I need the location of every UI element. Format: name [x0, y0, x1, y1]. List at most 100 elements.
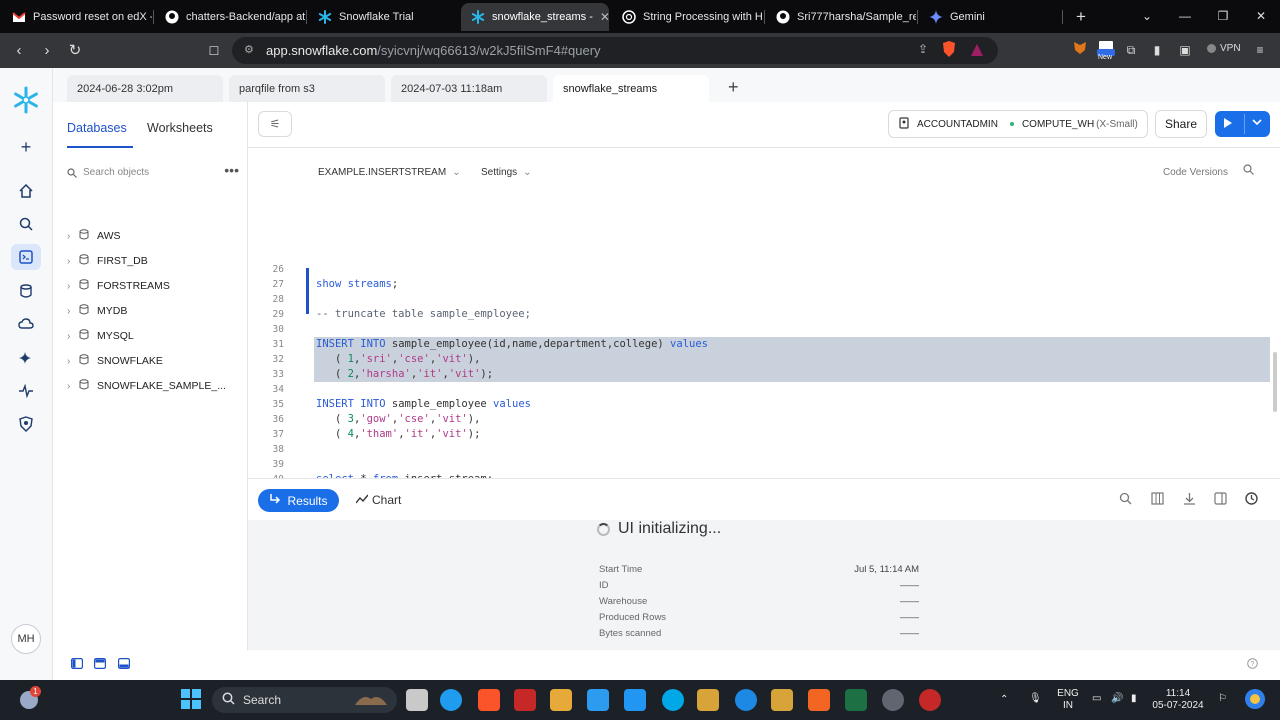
database-item[interactable]: › MYSQL [67, 326, 245, 346]
chevron-right-icon[interactable]: › [67, 356, 79, 367]
tab-search-chevron-icon[interactable]: ⌄ [1128, 0, 1166, 33]
back-button[interactable]: ‹ [8, 40, 30, 62]
history-clock-icon[interactable] [1242, 492, 1260, 510]
database-item[interactable]: › SNOWFLAKE [67, 351, 245, 371]
data-icon[interactable] [11, 278, 41, 304]
maximize-button[interactable]: ❐ [1204, 0, 1242, 33]
taskbar-search-input[interactable]: Search [212, 687, 397, 713]
mcafee-icon[interactable] [514, 689, 536, 711]
app-icon[interactable] [808, 689, 830, 711]
layout-top-panel-icon[interactable] [94, 658, 108, 672]
browser-tab[interactable]: Gemini [919, 3, 1059, 31]
brave-rewards-icon[interactable] [970, 43, 984, 62]
app-icon[interactable] [919, 689, 941, 711]
admin-icon[interactable] [11, 411, 41, 437]
chevron-right-icon[interactable]: › [67, 281, 79, 292]
tab-databases[interactable]: Databases [67, 121, 127, 135]
run-button[interactable] [1215, 111, 1270, 137]
database-item[interactable]: › FORSTREAMS [67, 276, 245, 296]
windows-start-icon[interactable] [181, 689, 201, 714]
activity-icon[interactable] [11, 378, 41, 404]
layout-left-panel-icon[interactable] [71, 658, 85, 672]
brave-shield-icon[interactable] [942, 41, 956, 62]
metamask-icon[interactable] [1070, 40, 1090, 60]
sql-editor[interactable]: 26 27 show streams; 28 29 -- truncate table s… [248, 196, 1280, 478]
browser-tab[interactable]: chatters-Backend/app at [155, 3, 305, 31]
sidebar-icon[interactable]: ▮ [1147, 40, 1167, 60]
help-icon[interactable]: ? [1247, 658, 1261, 672]
share-button[interactable]: Share [1155, 110, 1207, 138]
chevron-right-icon[interactable]: › [67, 256, 79, 267]
chevron-up-icon[interactable]: ⌃ [1000, 694, 1008, 706]
worksheet-tab[interactable]: parqfile from s3 [229, 75, 385, 102]
battery-icon[interactable]: ▮ [1131, 693, 1137, 705]
avatar[interactable]: MH [11, 624, 41, 654]
store-icon[interactable] [587, 689, 609, 711]
reload-button[interactable]: ↻ [64, 40, 86, 62]
browser-tab[interactable]: Snowflake Trial [308, 3, 458, 31]
vpn-button[interactable]: VPN [1207, 43, 1241, 54]
language-indicator[interactable]: ENG IN [1055, 688, 1081, 712]
notification-bell-icon[interactable]: ⚐ [1218, 693, 1227, 705]
minimize-button[interactable]: — [1166, 0, 1204, 33]
volume-icon[interactable]: 🔊 [1111, 693, 1123, 705]
search-icon[interactable] [1243, 164, 1254, 178]
app-icon[interactable] [624, 689, 646, 711]
worksheet-tab[interactable]: 2024-06-28 3:02pm [67, 75, 223, 102]
search-icon[interactable] [1116, 492, 1134, 510]
database-item[interactable]: › AWS [67, 226, 245, 246]
medal-app-icon[interactable] [697, 689, 719, 711]
address-input[interactable]: ⚙ app.snowflake.com/syicvnj/wq66613/w2kJ… [232, 37, 998, 64]
close-icon[interactable]: ✕ [600, 10, 609, 24]
browser-tab-active[interactable]: snowflake_streams - ✕ [461, 3, 609, 31]
app-icon[interactable] [662, 689, 684, 711]
browser-tab[interactable]: Password reset on edX - s [2, 3, 152, 31]
worksheet-tab-active[interactable]: snowflake_streams [553, 75, 709, 102]
editor-scrollbar[interactable] [1273, 352, 1277, 412]
share-icon[interactable]: ⇪ [918, 42, 928, 56]
download-icon[interactable] [1180, 492, 1198, 510]
brave-icon[interactable] [478, 689, 500, 711]
search-objects-input[interactable]: Search objects ••• [67, 162, 239, 184]
microphone-icon[interactable]: 🎙 [1029, 693, 1042, 705]
database-item[interactable]: › SNOWFLAKE_SAMPLE_... [67, 376, 245, 396]
add-icon[interactable]: + [11, 134, 41, 160]
forward-button[interactable]: › [36, 40, 58, 62]
chevron-right-icon[interactable]: › [67, 306, 79, 317]
chevron-right-icon[interactable]: › [67, 381, 79, 392]
chevron-right-icon[interactable]: › [67, 231, 79, 242]
code-versions-button[interactable]: Code Versions [1163, 167, 1228, 178]
bookmark-icon[interactable]: ☐ [203, 40, 225, 62]
database-item[interactable]: › FIRST_DB [67, 251, 245, 271]
settings-gear-icon[interactable] [882, 689, 904, 711]
role-warehouse-selector[interactable]: ACCOUNTADMIN COMPUTE_WH (X-Small) [888, 110, 1148, 138]
menu-icon[interactable]: ≡ [1250, 40, 1270, 60]
new-tab-button[interactable]: + [1062, 0, 1100, 33]
chevron-down-icon[interactable] [1251, 116, 1263, 131]
filter-settings-button[interactable]: ⚟ [258, 111, 292, 137]
cloud-icon[interactable] [11, 311, 41, 337]
settings-dropdown[interactable]: Settings ⌄ [481, 167, 532, 178]
site-info-icon[interactable]: ⚙ [244, 43, 254, 56]
excel-icon[interactable] [845, 689, 867, 711]
home-icon[interactable] [11, 178, 41, 204]
split-view-icon[interactable] [1211, 492, 1229, 510]
task-view-icon[interactable] [406, 689, 428, 711]
results-tab-button[interactable]: Results [258, 489, 339, 512]
wallet-icon[interactable]: ▣ [1175, 40, 1195, 60]
copilot-icon[interactable] [1244, 688, 1266, 715]
worksheets-icon[interactable] [11, 244, 41, 270]
snowflake-logo[interactable] [12, 86, 40, 119]
ai-icon[interactable] [11, 345, 41, 371]
database-schema-selector[interactable]: EXAMPLE.INSERTSTREAM ⌄ [318, 167, 461, 178]
layout-bottom-panel-icon[interactable] [118, 658, 132, 672]
extensions-puzzle-icon[interactable]: ⧉ [1121, 40, 1141, 60]
chevron-right-icon[interactable]: › [67, 331, 79, 342]
search-icon[interactable] [11, 211, 41, 237]
edge-icon[interactable] [440, 689, 462, 711]
tab-worksheets[interactable]: Worksheets [147, 121, 213, 135]
chart-tab-button[interactable]: Chart [355, 493, 401, 507]
docker-icon[interactable] [735, 689, 757, 711]
close-window-button[interactable]: ✕ [1242, 0, 1280, 33]
file-explorer-icon[interactable] [550, 689, 572, 711]
